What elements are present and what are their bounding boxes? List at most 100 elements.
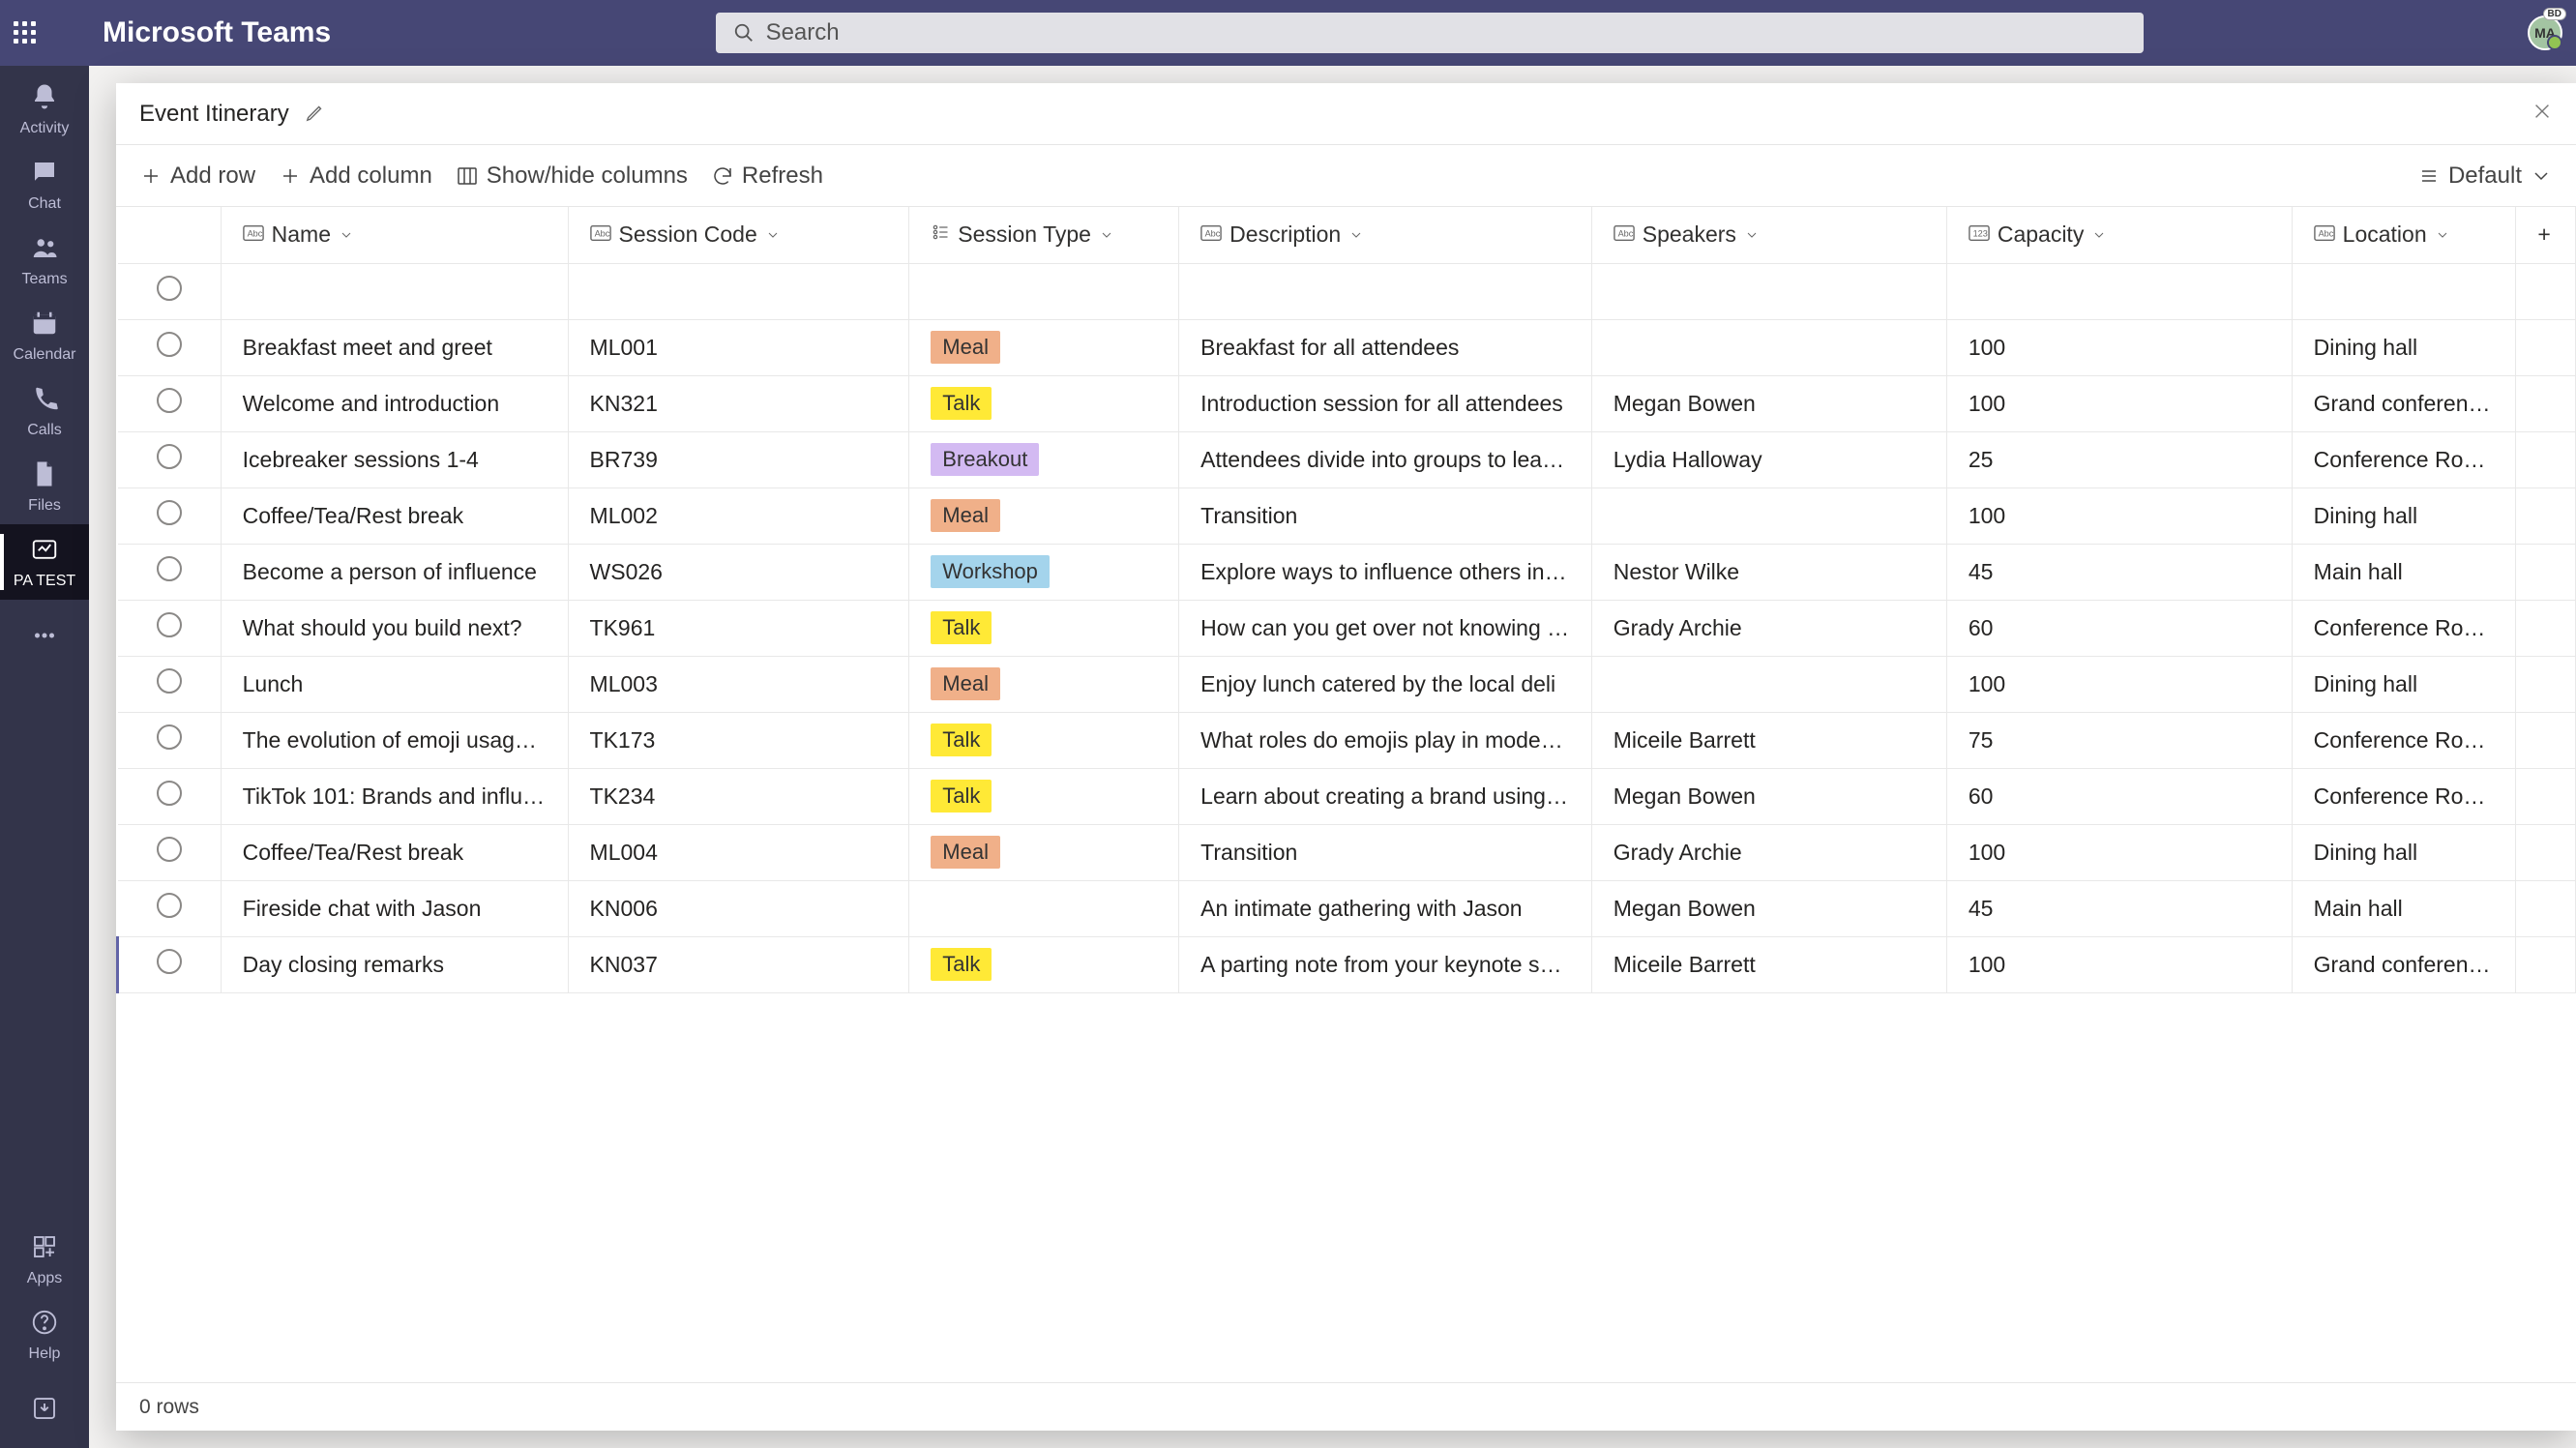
new-row[interactable] <box>118 263 2576 319</box>
cell-speakers[interactable]: Miceile Barrett <box>1591 712 1946 768</box>
cell-capacity[interactable]: 45 <box>1946 544 2292 600</box>
row-selector[interactable] <box>157 837 182 862</box>
cell-type[interactable]: Talk <box>909 375 1179 431</box>
cell-name[interactable]: TikTok 101: Brands and influencers <box>221 768 568 824</box>
cell-desc[interactable]: Breakfast for all attendees <box>1179 319 1592 375</box>
cell-capacity[interactable]: 100 <box>1946 656 2292 712</box>
cell-speakers[interactable]: Lydia Halloway <box>1591 431 1946 488</box>
cell-desc[interactable]: Transition <box>1179 488 1592 544</box>
cell-type[interactable]: Meal <box>909 319 1179 375</box>
cell-capacity[interactable]: 75 <box>1946 712 2292 768</box>
waffle-icon[interactable] <box>14 21 37 44</box>
cell-code[interactable]: TK234 <box>568 768 909 824</box>
cell-type[interactable]: Talk <box>909 712 1179 768</box>
row-selector[interactable] <box>157 668 182 694</box>
sidebar-item-files[interactable]: Files <box>0 449 89 524</box>
cell-name[interactable]: Coffee/Tea/Rest break <box>221 824 568 880</box>
cell-name[interactable]: Lunch <box>221 656 568 712</box>
row-selector[interactable] <box>157 556 182 581</box>
cell-location[interactable]: Conference Room A <box>2292 600 2516 656</box>
row-selector[interactable] <box>157 949 182 974</box>
table-row[interactable]: Welcome and introductionKN321TalkIntrodu… <box>118 375 2576 431</box>
cell-code[interactable]: TK961 <box>568 600 909 656</box>
cell-speakers[interactable]: Megan Bowen <box>1591 375 1946 431</box>
cell-capacity[interactable]: 45 <box>1946 880 2292 936</box>
sidebar-item-calls[interactable]: Calls <box>0 373 89 449</box>
cell-code[interactable]: WS026 <box>568 544 909 600</box>
cell-code[interactable]: BR739 <box>568 431 909 488</box>
cell-speakers[interactable]: Nestor Wilke <box>1591 544 1946 600</box>
cell-type[interactable]: Meal <box>909 824 1179 880</box>
cell-location[interactable]: Main hall <box>2292 880 2516 936</box>
cell-desc[interactable]: Introduction session for all attendees <box>1179 375 1592 431</box>
sidebar-item-teams[interactable]: Teams <box>0 222 89 298</box>
row-selector[interactable] <box>157 781 182 806</box>
table-row[interactable]: Breakfast meet and greetML001MealBreakfa… <box>118 319 2576 375</box>
cell-speakers[interactable]: Grady Archie <box>1591 824 1946 880</box>
column-header-speakers[interactable]: AbcSpeakers <box>1591 207 1946 263</box>
column-header-session-code[interactable]: AbcSession Code <box>568 207 909 263</box>
add-column-button[interactable]: Add column <box>279 163 432 190</box>
cell-capacity[interactable]: 100 <box>1946 936 2292 992</box>
sidebar-item-calendar[interactable]: Calendar <box>0 298 89 373</box>
row-selector[interactable] <box>157 276 182 301</box>
cell-code[interactable]: ML001 <box>568 319 909 375</box>
cell-desc[interactable]: Explore ways to influence others in your… <box>1179 544 1592 600</box>
cell-name[interactable]: What should you build next? <box>221 600 568 656</box>
sidebar-item-activity[interactable]: Activity <box>0 72 89 147</box>
sidebar-item-more[interactable] <box>0 600 89 675</box>
cell-desc[interactable]: Attendees divide into groups to learn mo… <box>1179 431 1592 488</box>
table-row[interactable]: Icebreaker sessions 1-4BR739BreakoutAtte… <box>118 431 2576 488</box>
row-selector[interactable] <box>157 893 182 918</box>
cell-name[interactable]: The evolution of emoji usage in c... <box>221 712 568 768</box>
sidebar-item-pa-test[interactable]: PA TEST <box>0 524 89 600</box>
row-selector[interactable] <box>157 444 182 469</box>
column-header-name[interactable]: AbcName <box>221 207 568 263</box>
cell-capacity[interactable]: 60 <box>1946 600 2292 656</box>
avatar[interactable]: MA BD <box>2528 15 2562 50</box>
add-row-button[interactable]: Add row <box>139 163 255 190</box>
table-row[interactable]: Day closing remarksKN037TalkA parting no… <box>118 936 2576 992</box>
cell-name[interactable]: Fireside chat with Jason <box>221 880 568 936</box>
table-row[interactable]: Become a person of influenceWS026Worksho… <box>118 544 2576 600</box>
row-selector[interactable] <box>157 724 182 750</box>
column-header-session-type[interactable]: Session Type <box>909 207 1179 263</box>
cell-code[interactable]: KN006 <box>568 880 909 936</box>
cell-name[interactable]: Welcome and introduction <box>221 375 568 431</box>
cell-type[interactable]: Talk <box>909 936 1179 992</box>
edit-title-button[interactable] <box>305 102 326 126</box>
search-input[interactable]: Search <box>716 13 2144 53</box>
cell-location[interactable]: Main hall <box>2292 544 2516 600</box>
cell-speakers[interactable] <box>1591 656 1946 712</box>
sidebar-download-button[interactable] <box>0 1373 89 1448</box>
cell-speakers[interactable]: Miceile Barrett <box>1591 936 1946 992</box>
cell-code[interactable]: TK173 <box>568 712 909 768</box>
cell-speakers[interactable]: Megan Bowen <box>1591 880 1946 936</box>
row-selector[interactable] <box>157 500 182 525</box>
table-row[interactable]: Coffee/Tea/Rest breakML002MealTransition… <box>118 488 2576 544</box>
cell-name[interactable]: Day closing remarks <box>221 936 568 992</box>
select-all-header[interactable] <box>118 207 222 263</box>
cell-capacity[interactable]: 100 <box>1946 824 2292 880</box>
cell-name[interactable]: Icebreaker sessions 1-4 <box>221 431 568 488</box>
cell-type[interactable]: Meal <box>909 488 1179 544</box>
cell-desc[interactable]: How can you get over not knowing what t.… <box>1179 600 1592 656</box>
cell-location[interactable]: Dining hall <box>2292 656 2516 712</box>
cell-location[interactable]: Dining hall <box>2292 488 2516 544</box>
cell-speakers[interactable] <box>1591 488 1946 544</box>
cell-code[interactable]: ML004 <box>568 824 909 880</box>
row-selector[interactable] <box>157 388 182 413</box>
cell-name[interactable]: Become a person of influence <box>221 544 568 600</box>
grid-scroll[interactable]: AbcNameAbcSession CodeSession TypeAbcDes… <box>116 207 2576 1382</box>
cell-capacity[interactable]: 25 <box>1946 431 2292 488</box>
table-row[interactable]: LunchML003MealEnjoy lunch catered by the… <box>118 656 2576 712</box>
cell-desc[interactable]: Learn about creating a brand using TikTo… <box>1179 768 1592 824</box>
cell-desc[interactable]: What roles do emojis play in modern com.… <box>1179 712 1592 768</box>
close-button[interactable] <box>2532 101 2553 128</box>
cell-capacity[interactable]: 100 <box>1946 319 2292 375</box>
table-row[interactable]: Fireside chat with JasonKN006An intimate… <box>118 880 2576 936</box>
sidebar-item-help[interactable]: Help <box>0 1297 89 1373</box>
cell-type[interactable]: Talk <box>909 600 1179 656</box>
cell-code[interactable]: KN037 <box>568 936 909 992</box>
table-row[interactable]: What should you build next?TK961TalkHow … <box>118 600 2576 656</box>
